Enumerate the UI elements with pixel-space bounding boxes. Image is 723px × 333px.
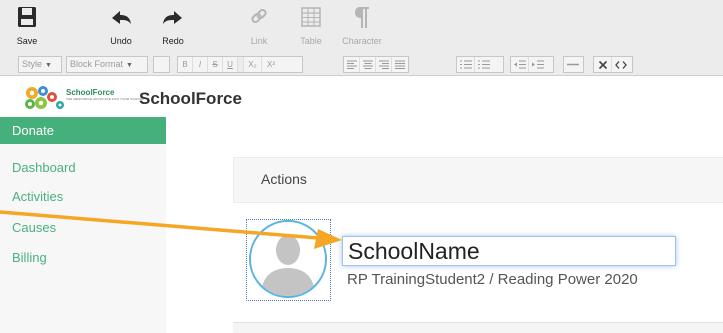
subscript-icon: X₂ [248,60,257,69]
redo-button[interactable]: Redo [158,3,188,53]
numbered-list-icon [478,60,490,69]
undo-label: Undo [110,36,132,46]
sidebar-item-activities[interactable]: Activities [0,182,166,212]
actions-panel: Actions [233,157,723,203]
align-center-button[interactable] [360,57,377,72]
save-icon [18,7,36,27]
align-right-button[interactable] [376,57,393,72]
undo-arrow-icon [112,11,131,24]
sidebar-item-dashboard[interactable]: Dashboard [0,153,166,183]
strikethrough-button[interactable]: S [208,57,223,72]
bold-button[interactable]: B [178,57,193,72]
logo-subtitle: THE RESOURCE ADVOCATE FOR YOUR SCHOOL [66,97,145,101]
pilcrow-icon [355,7,369,28]
sidebar-item-billing[interactable]: Billing [0,243,166,273]
italic-icon: I [198,60,202,69]
logo-text: SchoolForce THE RESOURCE ADVOCATE FOR YO… [66,88,144,101]
align-justify-icon [395,60,406,69]
style-select[interactable]: Style ▼ [18,56,62,73]
horizontal-rule-button[interactable] [564,57,582,72]
table-button[interactable]: Table [296,3,326,53]
list-group [456,56,504,73]
link-label: Link [250,36,268,46]
redo-arrow-icon [163,11,182,24]
outdent-button[interactable] [511,57,529,72]
indent-group [510,56,554,73]
source-code-button[interactable] [612,57,630,72]
schoolforce-gears-icon [25,86,64,109]
sidebar-item-label: Causes [12,220,57,235]
sidebar: Donate Dashboard Activities Causes Billi… [0,117,166,333]
character-button[interactable]: Character [337,3,387,53]
code-brackets-icon [615,60,627,69]
person-silhouette-icon [261,235,315,296]
sidebar-item-label: Donate [12,123,54,138]
indent-icon [532,60,544,69]
italic-button[interactable]: I [193,57,208,72]
school-name-field[interactable]: SchoolName [342,236,676,266]
sidebar-item-donate[interactable]: Donate [0,117,166,144]
subscript-button[interactable]: X₂ [244,57,262,72]
logo-name: SchoolForce [66,88,115,97]
table-label: Table [300,36,322,46]
align-left-button[interactable] [344,57,361,72]
sidebar-item-label: Billing [12,250,47,265]
school-name-value: SchoolName [348,238,480,264]
indent-button[interactable] [529,57,547,72]
strikethrough-icon: S [212,60,218,69]
style-select-value: Style [22,59,43,69]
align-left-icon [346,60,357,69]
close-x-icon [598,60,607,69]
student-program-text: RP TrainingStudent2 / Reading Power 2020 [347,271,638,288]
screen: Save Undo Redo Link Table Character Styl… [0,0,723,333]
save-button[interactable]: Save [14,3,40,53]
remove-format-button[interactable] [594,57,612,72]
horizontal-rule-icon [567,63,579,66]
underline-icon: U [227,60,233,69]
rule-group [563,56,584,73]
numbered-list-button[interactable] [475,57,493,72]
sidebar-item-label: Dashboard [12,160,76,175]
misc-group [593,56,633,73]
bulleted-list-icon [459,60,472,69]
table-grid-icon [301,7,321,27]
font-color-button[interactable] [154,57,169,72]
character-label: Character [342,36,382,46]
link-chain-icon [251,8,267,24]
bulleted-list-button[interactable] [457,57,475,72]
align-justify-button[interactable] [392,57,408,72]
next-panel-edge [233,322,723,333]
superscript-button[interactable]: X² [262,57,280,72]
chevron-down-icon: ▼ [45,62,52,69]
align-center-icon [362,60,373,69]
avatar[interactable] [249,220,327,298]
font-color-group [153,56,170,73]
chevron-down-icon: ▼ [126,62,133,69]
text-style-group: B I S U X₂ X² [177,56,303,73]
format-row: Style ▼ Block Format ▼ B I S U X₂ X² [0,56,723,74]
sidebar-item-causes[interactable]: Causes [0,213,166,243]
alignment-group [343,56,409,73]
block-format-select-value: Block Format [70,59,124,69]
brand-title[interactable]: SchoolForce [139,89,242,109]
link-button[interactable]: Link [246,3,272,53]
block-format-select[interactable]: Block Format ▼ [66,56,148,73]
editor-toolbar: Save Undo Redo Link Table Character Styl… [0,0,723,76]
undo-button[interactable]: Undo [105,3,137,53]
superscript-icon: X² [267,60,275,69]
redo-label: Redo [162,36,184,46]
bold-icon: B [182,60,188,69]
sidebar-item-label: Activities [12,189,64,204]
actions-panel-title: Actions [261,171,307,187]
save-label: Save [16,36,38,46]
underline-button[interactable]: U [223,57,238,72]
outdent-icon [513,60,526,69]
align-right-icon [378,60,389,69]
